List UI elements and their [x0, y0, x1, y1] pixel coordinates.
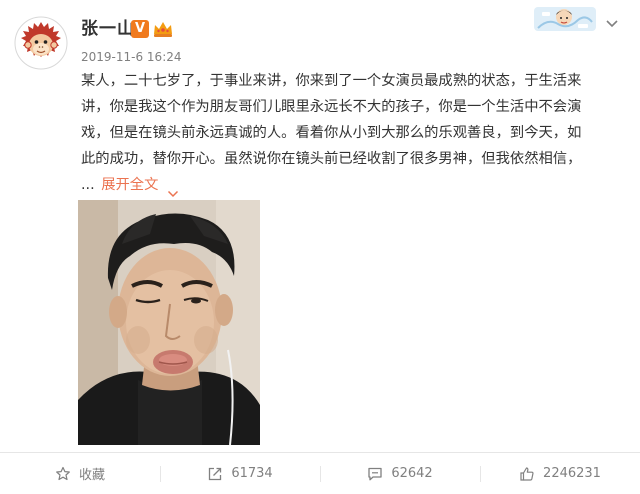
chevron-down-icon[interactable] — [605, 14, 619, 28]
expand-row: ... 展开全文 — [81, 172, 626, 198]
post-text-line: 讲，你是我这个作为朋友哥们儿眼里永远长不大的孩子，你是一个生活中不会演 — [81, 99, 582, 115]
favorite-button[interactable]: 收藏 — [0, 453, 160, 494]
ellipsis: ... — [81, 177, 95, 193]
post-text-line: 戏，但是在镜头前永远真诚的人。看着你从小到大那么的乐观善良，到今天，如 — [81, 125, 582, 141]
comment-count: 62642 — [391, 466, 433, 481]
author-avatar[interactable] — [14, 16, 68, 70]
share-button[interactable]: 61734 — [160, 453, 320, 494]
post-timestamp[interactable]: 2019-11-6 16:24 — [81, 49, 182, 65]
share-count: 61734 — [231, 466, 273, 481]
verified-badge-icon: V — [131, 20, 149, 38]
like-icon — [519, 466, 535, 482]
star-icon — [55, 466, 71, 482]
post-text: 某人，二十七岁了，于事业来讲，你来到了一个女演员最成熟的状态，于生活来 讲，你是… — [81, 68, 626, 198]
monkey-avatar-icon — [14, 16, 68, 70]
chevron-down-icon[interactable] — [167, 181, 179, 198]
share-icon — [207, 466, 223, 482]
post-text-line: 某人，二十七岁了，于事业来讲，你来到了一个女演员最成熟的状态，于生活来 — [81, 73, 582, 89]
comment-button[interactable]: 62642 — [320, 453, 480, 494]
like-button[interactable]: 2246231 — [480, 453, 640, 494]
like-count: 2246231 — [543, 466, 601, 481]
post-text-line: 此的成功，替你开心。虽然说你在镜头前已经收割了很多男神，但我依然相信， — [81, 151, 582, 167]
cartoon-sticker-icon — [534, 4, 596, 34]
author-name[interactable]: 张一山 — [81, 18, 135, 40]
expand-full-text-link[interactable]: 展开全文 — [101, 177, 158, 193]
action-bar: 收藏 61734 62642 2246231 — [0, 453, 640, 494]
comment-icon — [367, 466, 383, 482]
post-photo[interactable] — [78, 200, 260, 445]
favorite-label: 收藏 — [78, 468, 105, 483]
weibo-post-card: 张一山 V 2019-11-6 16:24 某人，二十七岁了，于事业来讲，你来到… — [0, 0, 640, 494]
crown-icon — [152, 19, 174, 39]
